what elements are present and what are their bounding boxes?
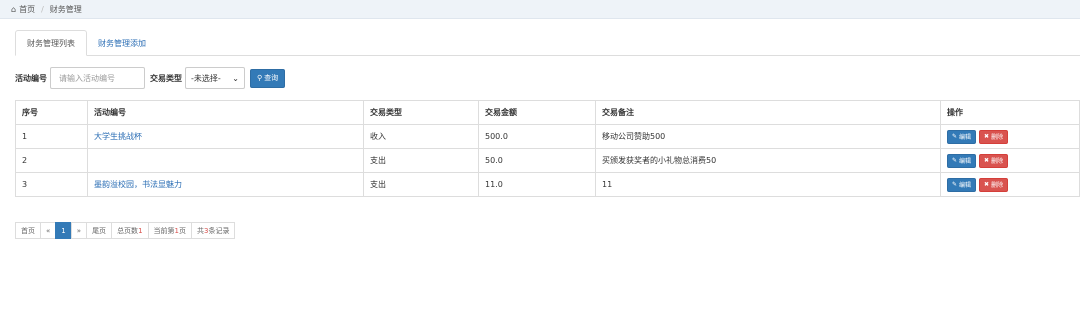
tab-finance-add[interactable]: 财务管理添加 (87, 30, 157, 56)
filter-bar: 活动编号 交易类型 -未选择- ⌄ ⚲ 查询 (15, 67, 286, 89)
current-prefix: 当前第 (153, 226, 175, 235)
table-header-row: 序号 活动编号 交易类型 交易金额 交易备注 操作 (15, 100, 1080, 125)
header-no: 序号 (15, 100, 88, 125)
edit-button[interactable]: ✎ 编辑 (947, 177, 977, 192)
header-activity: 活动编号 (87, 100, 364, 125)
current-suffix: 页 (179, 226, 186, 235)
header-type: 交易类型 (363, 100, 479, 125)
cell-note: 买颁发获奖者的小礼物总消费50 (595, 148, 941, 173)
breadcrumb: ⌂ 首页 / 财务管理 (0, 0, 1080, 19)
cell-no: 1 (15, 124, 88, 149)
pager-records: 共 3 条记录 (191, 222, 236, 239)
pager-current-page: 当前第 1 页 (147, 222, 192, 239)
cell-actions: ✎ 编辑 ✖ 删除 (940, 124, 1080, 149)
cell-type: 收入 (363, 124, 479, 149)
pencil-icon: ✎ (952, 181, 958, 188)
type-select-value: -未选择- (191, 73, 221, 83)
delete-label: 删除 (991, 158, 1004, 165)
pencil-icon: ✎ (952, 157, 958, 164)
table-row: 1 大学生挑战杯 收入 500.0 移动公司赞助500 ✎ 编辑 ✖ 删除 (15, 124, 1080, 149)
records-suffix: 条记录 (208, 226, 230, 235)
cell-no: 3 (15, 172, 88, 197)
home-icon: ⌂ (11, 4, 17, 14)
cell-actions: ✎ 编辑 ✖ 删除 (940, 148, 1080, 173)
cell-type: 支出 (363, 172, 479, 197)
edit-label: 编辑 (959, 134, 972, 141)
edit-button[interactable]: ✎ 编辑 (947, 153, 977, 168)
pagination: 首页 « 1 » 尾页 总页数 1 当前第 1 页 共 3 条记录 (15, 222, 236, 239)
edit-label: 编辑 (959, 158, 972, 165)
activity-input[interactable] (50, 67, 145, 89)
cell-amount: 11.0 (478, 172, 596, 197)
close-icon: ✖ (984, 133, 990, 140)
type-label: 交易类型 (150, 73, 182, 83)
delete-button[interactable]: ✖ 删除 (979, 129, 1009, 144)
finance-table: 序号 活动编号 交易类型 交易金额 交易备注 操作 1 大学生挑战杯 收入 50… (15, 100, 1080, 197)
breadcrumb-home[interactable]: 首页 (19, 4, 35, 15)
cell-amount: 50.0 (478, 148, 596, 173)
cell-no: 2 (15, 148, 88, 173)
type-select[interactable]: -未选择- ⌄ (185, 67, 245, 89)
delete-label: 删除 (991, 134, 1004, 141)
table-row: 2 支出 50.0 买颁发获奖者的小礼物总消费50 ✎ 编辑 ✖ 删除 (15, 148, 1080, 173)
cell-activity: 墨韵溢校园，书法显魅力 (87, 172, 364, 197)
header-actions: 操作 (940, 100, 1080, 125)
activity-label: 活动编号 (15, 73, 47, 83)
cell-activity (87, 148, 364, 173)
cell-activity: 大学生挑战杯 (87, 124, 364, 149)
cell-type: 支出 (363, 148, 479, 173)
pager-next[interactable]: » (70, 222, 88, 239)
search-button-label: 查询 (264, 74, 279, 82)
cell-actions: ✎ 编辑 ✖ 删除 (940, 172, 1080, 197)
search-icon: ⚲ (257, 74, 263, 82)
pager-first[interactable]: 首页 (15, 222, 41, 239)
close-icon: ✖ (984, 157, 990, 164)
cell-note: 移动公司赞助500 (595, 124, 941, 149)
delete-button[interactable]: ✖ 删除 (979, 177, 1009, 192)
edit-button[interactable]: ✎ 编辑 (947, 129, 977, 144)
header-amount: 交易金额 (478, 100, 596, 125)
cell-note: 11 (595, 172, 941, 197)
pencil-icon: ✎ (952, 133, 958, 140)
pager-total-pages: 总页数 1 (111, 222, 149, 239)
breadcrumb-current: 财务管理 (49, 4, 82, 14)
activity-link[interactable]: 大学生挑战杯 (94, 132, 142, 141)
cell-amount: 500.0 (478, 124, 596, 149)
records-prefix: 共 (197, 226, 204, 235)
delete-button[interactable]: ✖ 删除 (979, 153, 1009, 168)
activity-link[interactable]: 墨韵溢校园，书法显魅力 (94, 180, 182, 189)
pager-page-1[interactable]: 1 (55, 222, 72, 239)
total-pages-value: 1 (138, 226, 143, 235)
chevron-down-icon: ⌄ (232, 73, 239, 83)
total-pages-prefix: 总页数 (117, 226, 139, 235)
delete-label: 删除 (991, 182, 1004, 189)
search-button[interactable]: ⚲ 查询 (250, 68, 286, 88)
tab-finance-list[interactable]: 财务管理列表 (15, 30, 87, 56)
tab-bar: 财务管理列表 财务管理添加 (15, 30, 1080, 56)
close-icon: ✖ (984, 181, 990, 188)
pager-last[interactable]: 尾页 (86, 222, 113, 239)
table-row: 3 墨韵溢校园，书法显魅力 支出 11.0 11 ✎ 编辑 ✖ 删除 (15, 172, 1080, 197)
breadcrumb-separator: / (41, 4, 44, 14)
pager-prev[interactable]: « (40, 222, 57, 239)
edit-label: 编辑 (959, 182, 972, 189)
header-note: 交易备注 (595, 100, 941, 125)
